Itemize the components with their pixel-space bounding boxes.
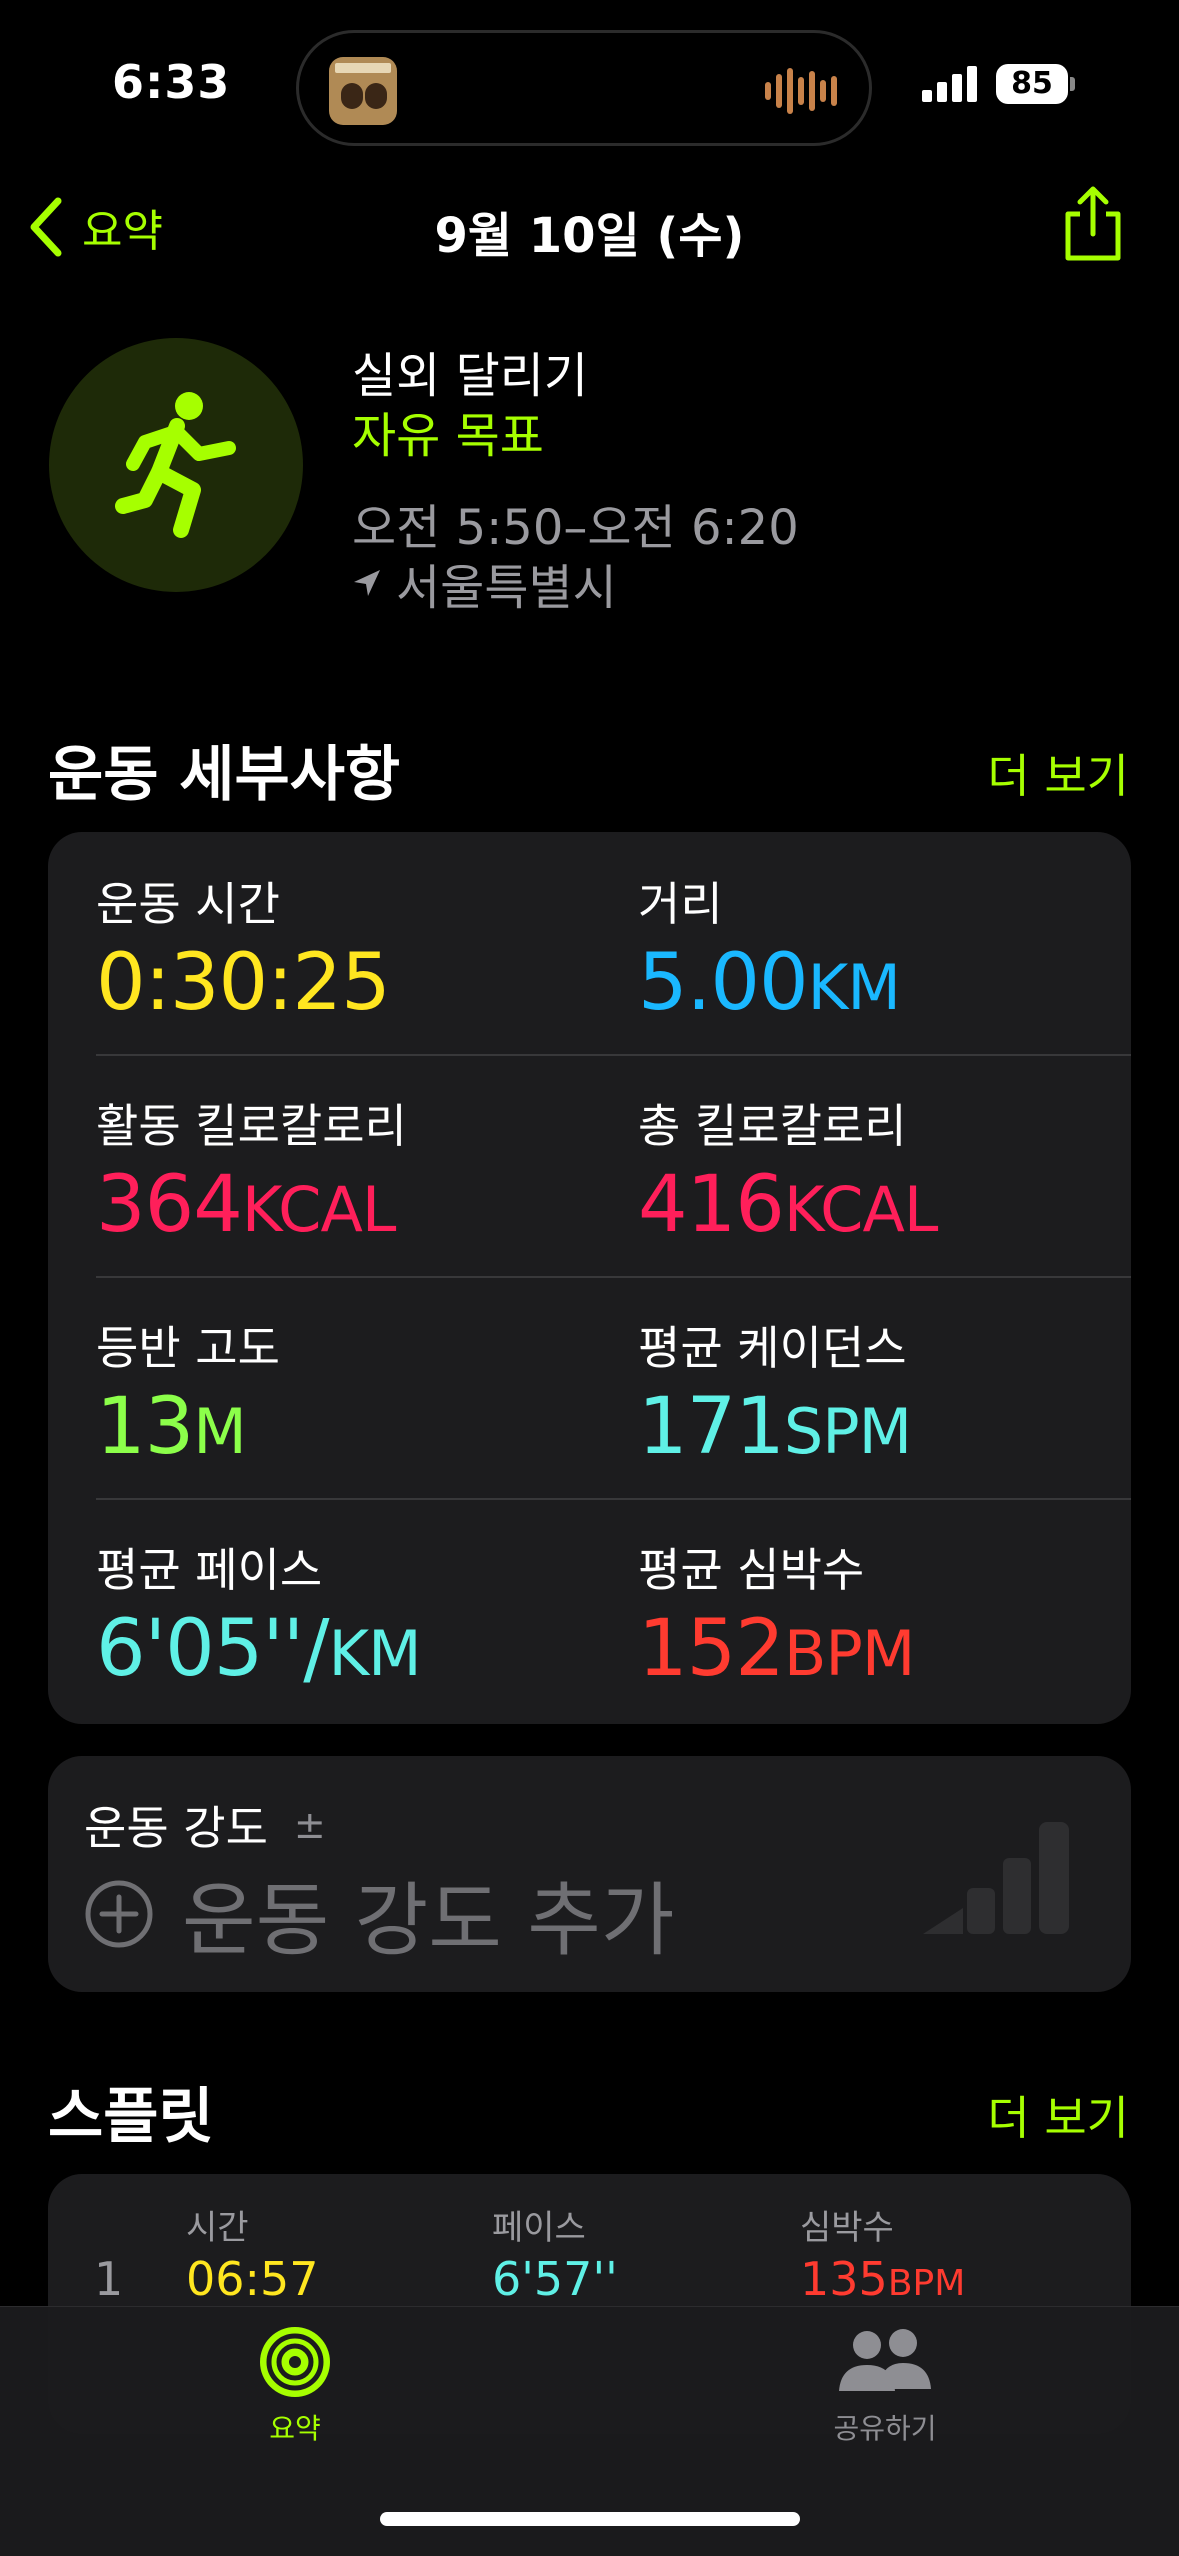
plus-circle-icon xyxy=(85,1880,153,1948)
add-effort-button[interactable]: 운동 강도 추가 xyxy=(84,1856,674,1972)
split-header-pace: 페이스 xyxy=(492,2208,586,2248)
details-more-link[interactable]: 더 보기 xyxy=(987,740,1129,806)
metric-value: 171SPM xyxy=(638,1382,912,1472)
add-effort-label: 운동 강도 추가 xyxy=(182,1874,675,1967)
metric-elevation-gain: 등반 고도 13M xyxy=(96,1312,280,1472)
tab-sharing-label: 공유하기 xyxy=(833,2412,937,2445)
home-indicator[interactable] xyxy=(380,2512,800,2526)
metric-label: 총 킬로칼로리 xyxy=(638,1099,907,1153)
metric-avg-heart-rate: 평균 심박수 152BPM xyxy=(638,1534,915,1694)
dynamic-island[interactable] xyxy=(296,30,872,146)
page-title: 9월 10일 (수) xyxy=(434,208,745,264)
workout-goal: 자유 목표 xyxy=(352,408,544,464)
metric-label: 평균 심박수 xyxy=(638,1543,865,1597)
cellular-signal-icon xyxy=(922,66,977,102)
splits-more-link[interactable]: 더 보기 xyxy=(987,2082,1129,2148)
metric-avg-cadence: 평균 케이던스 171SPM xyxy=(638,1312,912,1472)
tab-summary[interactable]: 요약 xyxy=(250,2325,340,2447)
details-section-title: 운동 세부사항 xyxy=(48,740,401,810)
workout-details-card[interactable]: 운동 시간 0:30:25 거리 5.00KM 활동 킬로칼로리 364KCAL… xyxy=(48,832,1131,1724)
activity-rings-icon xyxy=(260,2327,330,2397)
metric-value: 13M xyxy=(96,1382,247,1472)
divider xyxy=(96,1498,1131,1500)
splits-section-title: 스플릿 xyxy=(48,2082,214,2152)
divider xyxy=(96,1276,1131,1278)
metric-value: 6'05''/KM xyxy=(96,1604,422,1694)
metric-active-calories: 활동 킬로칼로리 364KCAL xyxy=(96,1090,407,1250)
metric-value: 5.00KM xyxy=(638,938,901,1028)
status-time: 6:33 xyxy=(112,55,231,109)
metric-label: 거리 xyxy=(638,877,723,931)
plus-minus-icon: ± xyxy=(293,1803,326,1847)
album-art-icon xyxy=(329,57,397,125)
metric-label: 등반 고도 xyxy=(96,1321,280,1375)
share-icon[interactable] xyxy=(1060,184,1126,264)
people-icon xyxy=(839,2329,931,2391)
metric-label: 활동 킬로칼로리 xyxy=(96,1099,407,1153)
metric-value: 416KCAL xyxy=(638,1160,938,1250)
metric-workout-time: 운동 시간 0:30:25 xyxy=(96,868,391,1028)
metric-avg-pace: 평균 페이스 6'05''/KM xyxy=(96,1534,422,1694)
tab-sharing[interactable]: 공유하기 xyxy=(830,2325,940,2447)
audio-waveform-icon xyxy=(765,67,837,115)
metric-value: 364KCAL xyxy=(96,1160,396,1250)
divider xyxy=(96,1054,1131,1056)
battery-level: 85 xyxy=(996,64,1068,104)
metric-total-calories: 총 킬로칼로리 416KCAL xyxy=(638,1090,938,1250)
workout-location-label: 서울특별시 xyxy=(396,560,617,616)
split-header-time: 시간 xyxy=(186,2208,249,2248)
battery-tip xyxy=(1070,77,1075,91)
split-hr: 135BPM xyxy=(800,2252,966,2306)
metric-distance: 거리 5.00KM xyxy=(638,868,901,1028)
effort-card[interactable]: 운동 강도 ± 운동 강도 추가 xyxy=(48,1756,1131,1992)
metric-value: 152BPM xyxy=(638,1604,915,1694)
metric-label: 평균 케이던스 xyxy=(638,1321,907,1375)
location-arrow-icon xyxy=(354,570,380,596)
split-index: 1 xyxy=(94,2252,124,2306)
effort-bars-icon xyxy=(923,1822,1069,1934)
split-header-hr: 심박수 xyxy=(800,2208,894,2248)
metric-value: 0:30:25 xyxy=(96,938,391,1028)
metric-label: 평균 페이스 xyxy=(96,1543,323,1597)
tab-summary-label: 요약 xyxy=(269,2412,321,2445)
workout-location: 서울특별시 xyxy=(352,548,617,618)
effort-label: 운동 강도 ± xyxy=(84,1801,326,1855)
metric-label: 운동 시간 xyxy=(96,877,280,931)
running-figure-icon xyxy=(49,338,303,592)
split-time: 06:57 xyxy=(186,2252,319,2306)
split-pace: 6'57'' xyxy=(492,2252,618,2306)
